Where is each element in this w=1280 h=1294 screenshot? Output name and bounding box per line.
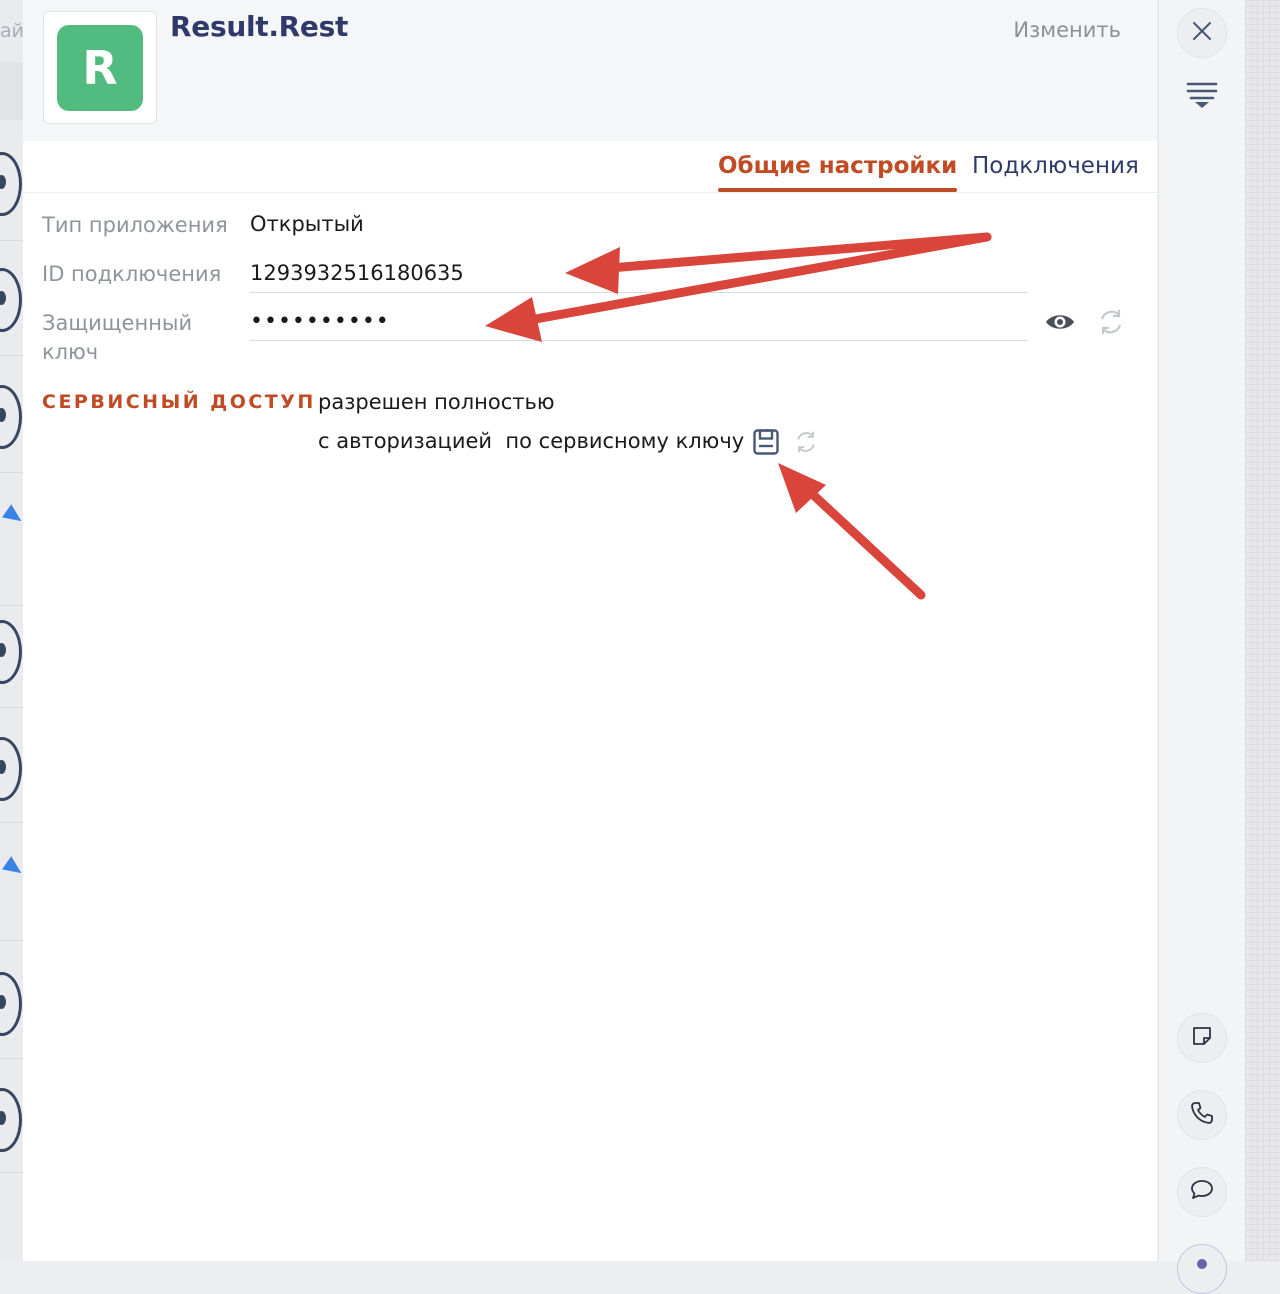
chat-bubble-icon xyxy=(1189,1178,1215,1206)
background-avatar-ring xyxy=(0,268,22,332)
background-divider xyxy=(0,940,23,941)
profile-button[interactable] xyxy=(1177,1244,1227,1294)
note-button[interactable] xyxy=(1177,1013,1227,1063)
background-arrow-shape xyxy=(2,856,23,880)
secret-key-label-line: ключ xyxy=(42,340,99,364)
background-divider xyxy=(0,822,23,823)
tab-general-settings[interactable]: Общие настройки xyxy=(718,153,958,192)
eye-icon[interactable] xyxy=(1044,309,1076,339)
phone-icon xyxy=(1190,1101,1214,1129)
background-page: ай xyxy=(0,0,23,1261)
background-avatar-ring xyxy=(0,737,22,801)
sticky-note-icon xyxy=(1191,1025,1213,1051)
tab-connections[interactable]: Подключения xyxy=(972,153,1139,179)
background-avatar-ring xyxy=(0,385,22,449)
service-access-status: разрешен полностью xyxy=(318,390,555,414)
app-type-value: Открытый xyxy=(250,212,364,236)
connection-id-underline xyxy=(250,292,1027,293)
service-access-mode: с авторизацией по сервисному ключу xyxy=(318,429,745,453)
edit-button[interactable]: Изменить xyxy=(1013,18,1121,42)
filter-list-icon[interactable] xyxy=(1185,80,1219,114)
app-title: Result.Rest xyxy=(170,10,349,43)
connection-id-label: ID подключения xyxy=(42,262,222,286)
background-avatar-ring xyxy=(0,972,22,1036)
app-settings-panel: R Result.Rest Изменить Общие настройки П… xyxy=(23,0,1157,1261)
background-grid-pattern xyxy=(1245,0,1280,1261)
app-type-label: Тип приложения xyxy=(42,213,228,237)
background-divider xyxy=(0,1058,23,1059)
app-logo: R xyxy=(57,25,143,111)
panel-header: R Result.Rest Изменить xyxy=(23,0,1157,141)
background-search-fragment: ай xyxy=(0,20,23,42)
background-avatar-ring xyxy=(0,152,22,216)
background-divider xyxy=(0,240,23,241)
background-avatar-ring xyxy=(0,620,22,684)
tab-bar: Общие настройки Подключения xyxy=(23,141,1157,193)
close-button[interactable] xyxy=(1177,8,1227,58)
background-divider xyxy=(0,1172,23,1173)
floppy-disk-icon[interactable] xyxy=(752,428,780,460)
background-divider xyxy=(0,707,23,708)
background-arrow-shape xyxy=(2,504,23,528)
chat-button[interactable] xyxy=(1177,1167,1227,1217)
background-divider xyxy=(0,472,23,473)
background-bar xyxy=(0,62,23,120)
connection-id-field[interactable]: 1293932516180635 xyxy=(250,261,464,285)
service-access-label: СЕРВИСНЫЙ ДОСТУП xyxy=(42,391,316,413)
background-avatar-ring xyxy=(0,1088,22,1152)
secret-key-field[interactable]: •••••••••• xyxy=(250,309,390,334)
call-button[interactable] xyxy=(1177,1090,1227,1140)
secret-key-label: Защищенный ключ xyxy=(42,309,192,367)
right-action-rail xyxy=(1158,0,1245,1294)
background-divider xyxy=(0,605,23,606)
background-divider xyxy=(0,355,23,356)
secret-key-label-line: Защищенный xyxy=(42,311,193,335)
refresh-icon[interactable] xyxy=(1096,307,1126,341)
app-logo-frame: R xyxy=(43,11,157,124)
refresh-icon[interactable] xyxy=(793,429,819,459)
user-icon xyxy=(1191,1256,1213,1282)
secret-key-underline xyxy=(250,340,1027,341)
close-icon xyxy=(1191,20,1213,46)
